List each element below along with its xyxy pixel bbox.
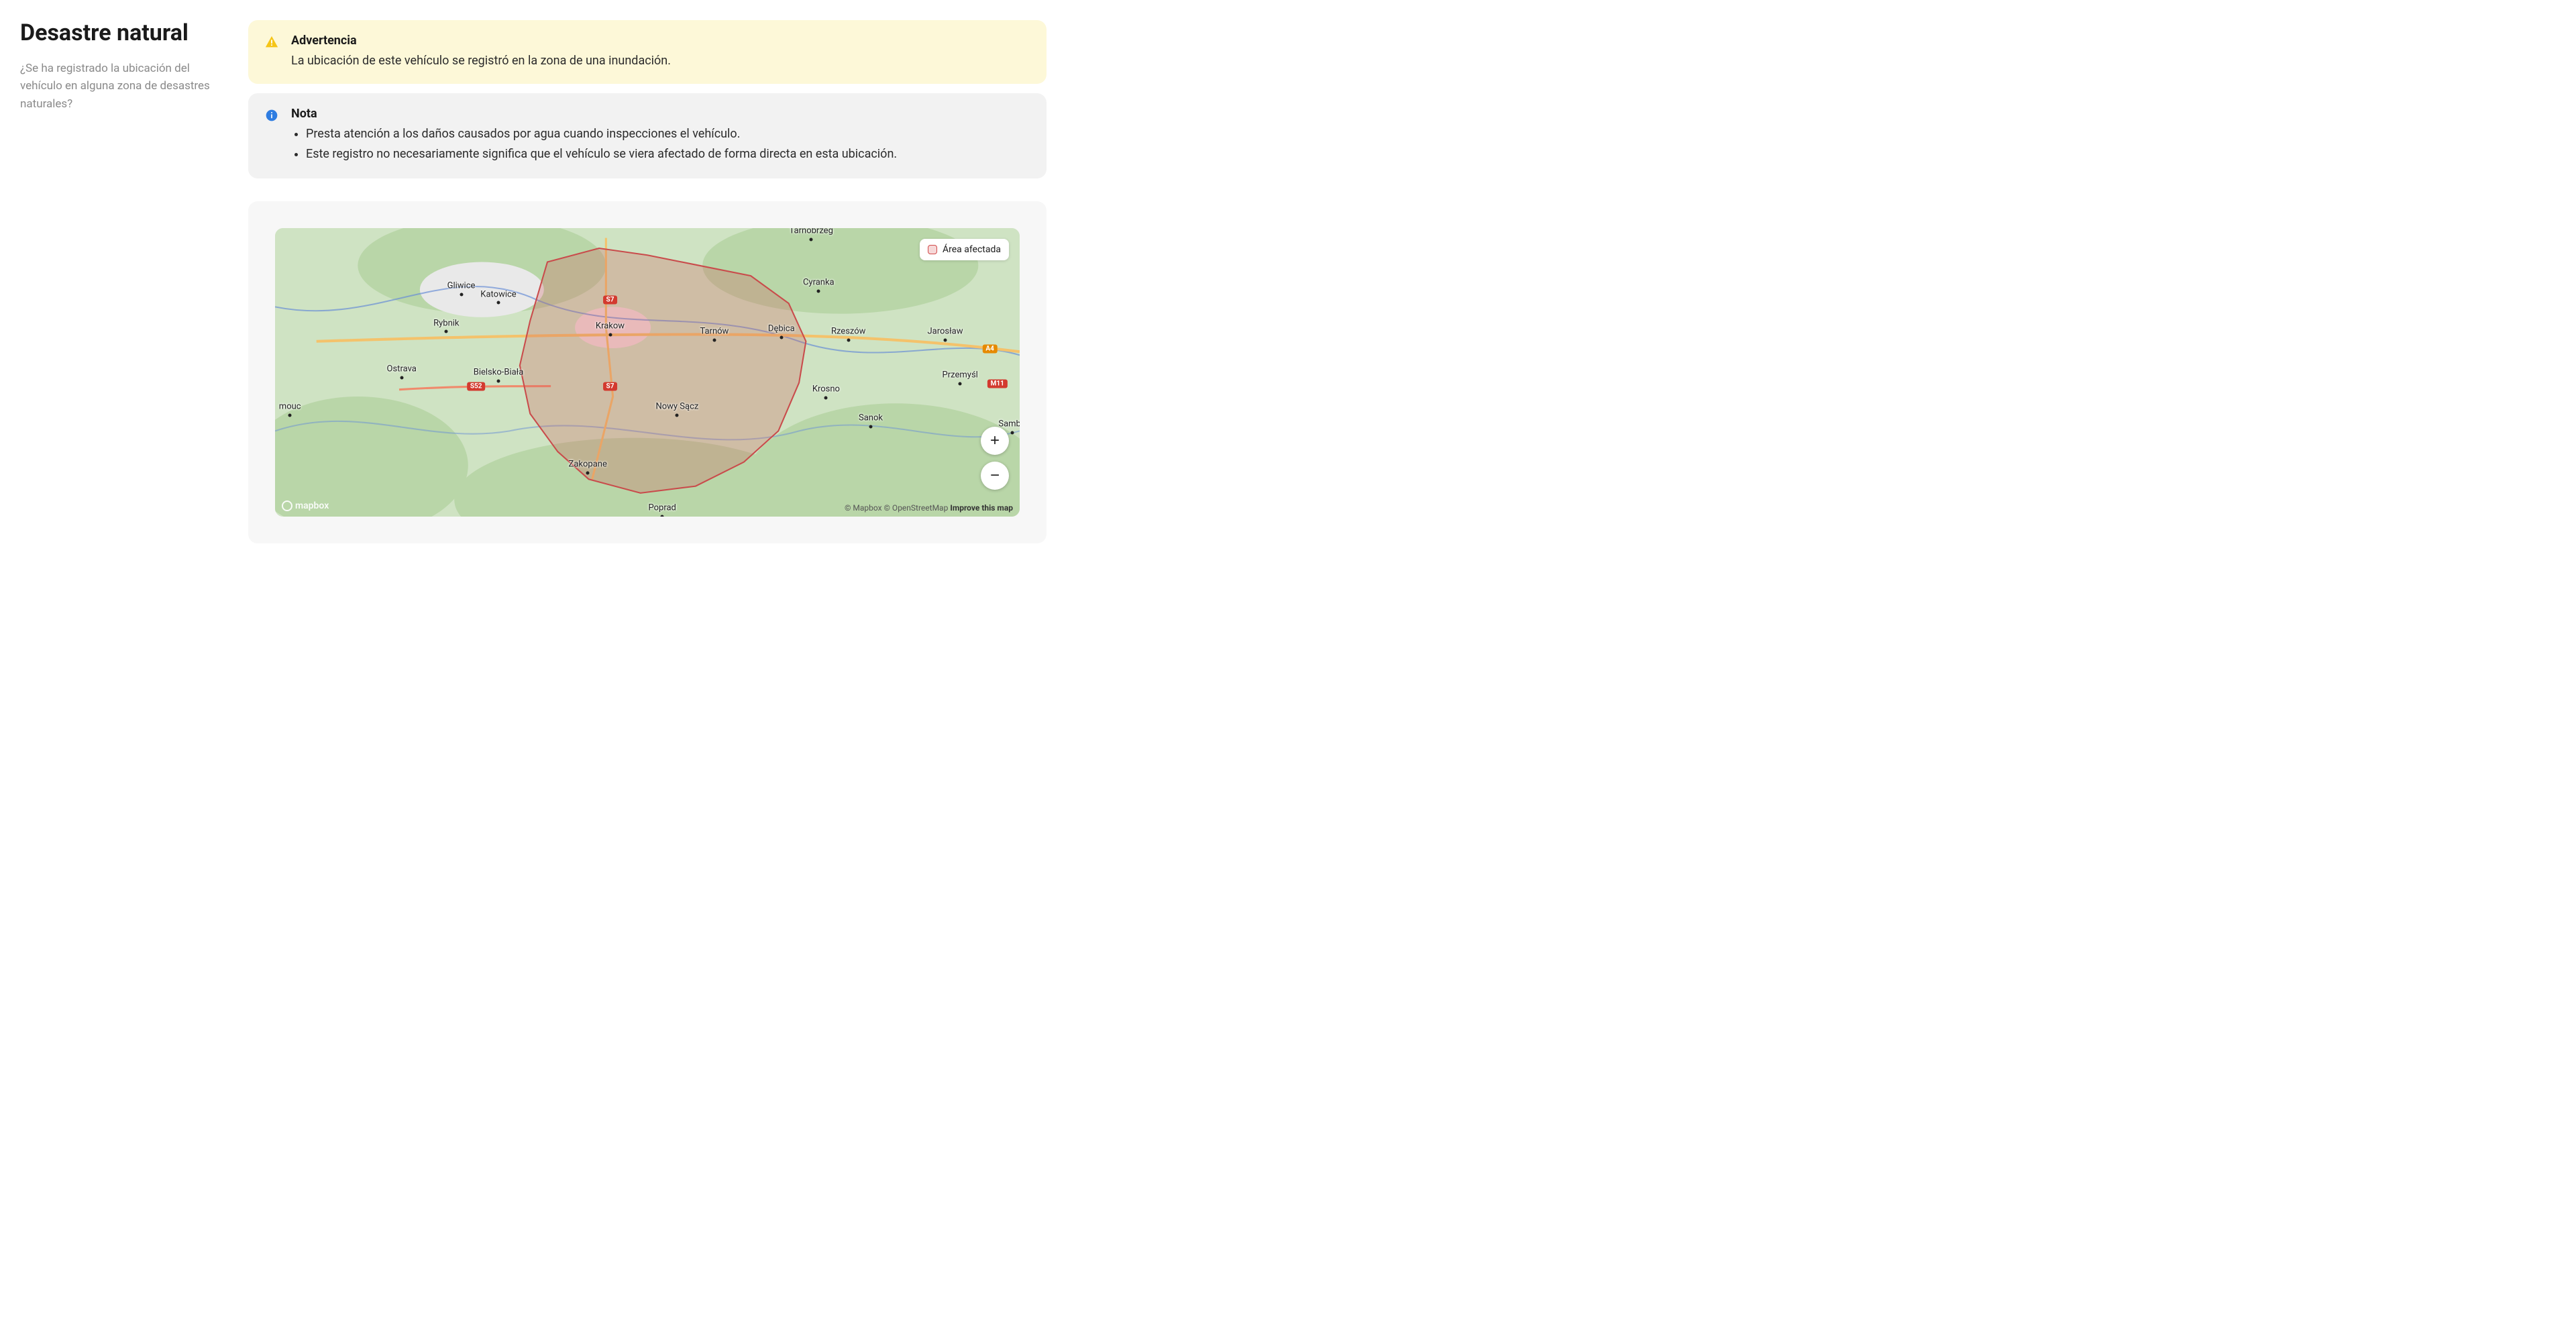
note-item: Presta atención a los daños causados por…: [306, 125, 1030, 144]
page-description: ¿Se ha registrado la ubicación del vehíc…: [20, 60, 221, 113]
city-label: Przemyśl: [943, 370, 978, 380]
map-attribution: © Mapbox © OpenStreetMap Improve this ma…: [845, 503, 1013, 513]
warning-title: Advertencia: [291, 34, 1030, 48]
city-dot: [445, 330, 448, 333]
city-dot: [944, 339, 947, 342]
city-dot: [817, 290, 820, 293]
map[interactable]: Tarnobrzeg Gliwice Katowice Cyranka Rybnik Kr…: [275, 228, 1020, 517]
city-dot: [661, 515, 664, 517]
zoom-in-button[interactable]: +: [981, 427, 1009, 455]
city-label: Rybnik: [433, 318, 459, 328]
city-label: Poprad: [648, 503, 676, 513]
city-label: Tarnobrzeg: [790, 228, 833, 236]
city-dot: [288, 414, 292, 417]
note-item: Este registro no necesariamente signific…: [306, 145, 1030, 164]
mapbox-logo-icon: [282, 501, 292, 511]
city-dot: [400, 376, 403, 380]
city-dot: [780, 336, 783, 339]
city-label: Krosno: [812, 384, 840, 394]
city-dot: [824, 397, 828, 400]
legend-swatch-icon: [928, 245, 937, 254]
city-dot: [712, 339, 716, 342]
city-label: mouc: [279, 402, 301, 412]
note-alert: Nota Presta atención a los daños causado…: [248, 93, 1046, 178]
city-label: Ostrava: [387, 364, 417, 374]
warning-alert: Advertencia La ubicación de este vehícul…: [248, 20, 1046, 84]
main-content: Advertencia La ubicación de este vehícul…: [248, 20, 1046, 543]
mapbox-logo-text: mapbox: [295, 501, 329, 511]
page-title: Desastre natural: [20, 20, 221, 46]
city-label: Nowy Sącz: [655, 402, 698, 412]
city-dot: [959, 382, 962, 385]
city-dot: [847, 339, 850, 342]
road-badge: S52: [467, 382, 486, 391]
city-label: Gliwice: [447, 280, 476, 291]
city-dot: [810, 238, 813, 241]
note-title: Nota: [291, 107, 1030, 121]
note-list: Presta atención a los daños causados por…: [291, 125, 1030, 164]
zoom-controls: + −: [981, 427, 1009, 490]
city-dot: [497, 301, 500, 305]
legend-label: Área afectada: [943, 244, 1001, 255]
city-dot: [608, 333, 612, 336]
city-label: Katowice: [480, 289, 516, 299]
sidebar: Desastre natural ¿Se ha registrado la ub…: [20, 20, 221, 543]
city-label: Tarnów: [700, 327, 729, 337]
city-label: Dębica: [768, 324, 795, 334]
city-dot: [869, 425, 873, 429]
warning-body: La ubicación de este vehículo se registr…: [291, 52, 1030, 70]
road-badge: S7: [603, 296, 618, 305]
city-label: Bielsko-Biała: [474, 367, 524, 377]
zoom-out-button[interactable]: −: [981, 462, 1009, 490]
city-dot: [497, 379, 500, 382]
city-label: Krakow: [596, 321, 625, 331]
attribution-osm[interactable]: © OpenStreetMap: [884, 503, 949, 513]
city-dot: [586, 472, 590, 475]
city-label: Zakopane: [569, 460, 607, 470]
map-card: Tarnobrzeg Gliwice Katowice Cyranka Rybnik Kr…: [248, 201, 1046, 543]
mapbox-logo: mapbox: [282, 501, 329, 511]
info-icon: [264, 108, 279, 123]
city-label: Cyranka: [803, 278, 835, 288]
city-dot: [460, 293, 463, 296]
road-badge: M11: [987, 379, 1008, 388]
city-dot: [676, 414, 679, 417]
warning-icon: [264, 35, 279, 50]
attribution-mapbox[interactable]: © Mapbox: [845, 503, 882, 513]
road-badge: S7: [603, 382, 618, 391]
city-dot: [1010, 431, 1014, 434]
city-label: Jarosław: [927, 327, 963, 337]
map-legend: Área afectada: [920, 239, 1009, 260]
city-label: Rzeszów: [831, 327, 866, 337]
road-badge: A4: [982, 345, 997, 354]
attribution-improve[interactable]: Improve this map: [950, 503, 1013, 513]
city-label: Sanok: [859, 413, 883, 423]
